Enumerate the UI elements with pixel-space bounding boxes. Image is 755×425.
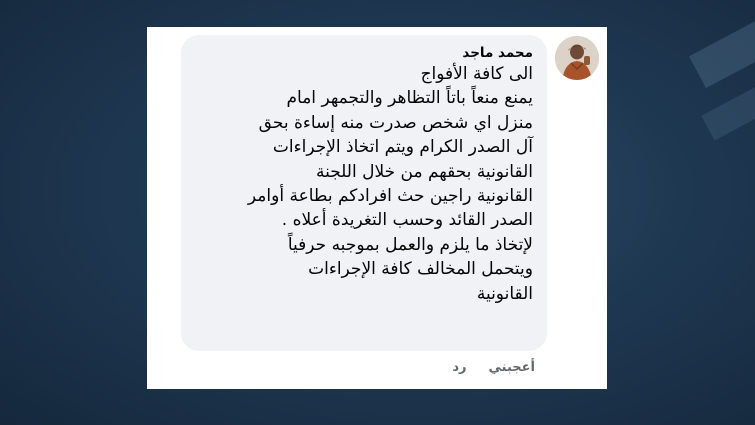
comment-text-line: يمنع منعاً باتاً التظاهر والتجمهر امام	[286, 88, 534, 109]
comment-text-line: القانونية بحقهم من خلال اللجنة	[315, 161, 533, 182]
comment-text-line: لإتخاذ ما يلزم والعمل بموجبه حرفياً	[287, 234, 533, 255]
comment-text-line: منزل اي شخص صدرت منه إساءة بحق	[258, 112, 533, 133]
avatar[interactable]	[555, 36, 599, 80]
reply-button[interactable]: رد	[452, 360, 466, 375]
comment-bubble: محمد ماجد الى كافة الأفواج يمنع منعاً با…	[181, 35, 547, 351]
comment-text-line: الى كافة الأفواج	[420, 64, 533, 84]
comment-text-line: القانونية	[476, 283, 533, 304]
profile-photo-icon	[555, 36, 599, 80]
comment-text-line: آل الصدر الكرام ويتم اتخاذ الإجراءات	[272, 137, 533, 158]
like-button[interactable]: أعجبني	[489, 360, 535, 375]
comment-author[interactable]: محمد ماجد	[193, 44, 533, 62]
comment-card: محمد ماجد الى كافة الأفواج يمنع منعاً با…	[147, 27, 607, 389]
comment-text-line: ويتحمل المخالف كافة الإجراءات	[308, 259, 533, 280]
comment-actions: أعجبني رد	[452, 360, 535, 375]
comment-text-line: الصدر القائد وحسب التغريدة أعلاه .	[281, 210, 533, 231]
comment-text-line: القانونية راجين حث افرادكم بطاعة أوامر	[247, 186, 533, 207]
